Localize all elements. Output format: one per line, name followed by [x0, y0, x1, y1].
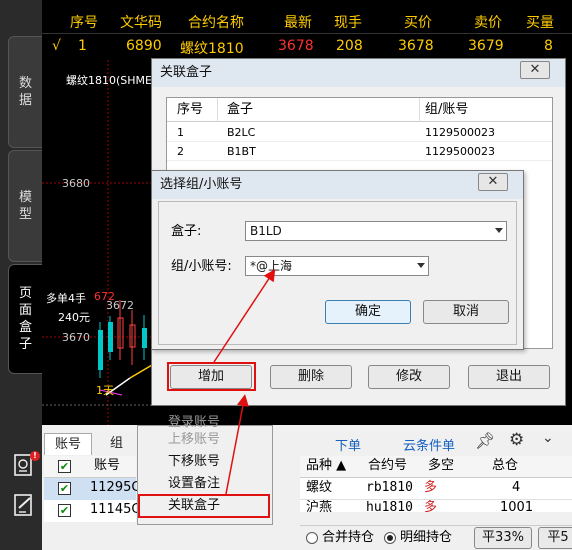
arrow-add-to-group	[213, 268, 276, 363]
arrow-menu-to-add	[225, 394, 249, 495]
annotation-arrows	[213, 268, 276, 495]
app-window: 数 据 模 型 页 面 盒 子 ! 序号 文华码 合约名称 最新 现手 买价 卖…	[0, 0, 572, 550]
